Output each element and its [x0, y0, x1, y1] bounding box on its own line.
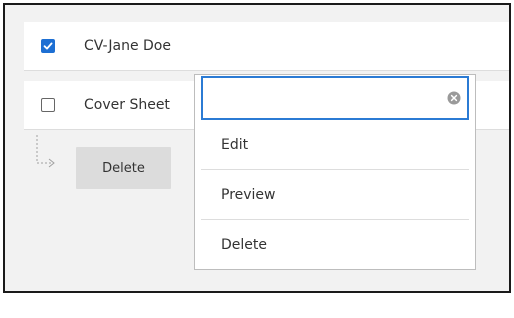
file-name[interactable]: Cover Sheet: [84, 97, 170, 113]
actions-dropdown-menu: Edit Preview Delete: [194, 74, 476, 270]
menu-item-preview[interactable]: Preview: [201, 170, 469, 220]
file-name[interactable]: CV-Jane Doe: [84, 38, 171, 54]
menu-item-edit[interactable]: Edit: [201, 120, 469, 170]
search-input[interactable]: [209, 84, 433, 114]
delete-button[interactable]: Delete: [76, 147, 171, 189]
file-checkbox[interactable]: [41, 98, 55, 112]
clear-icon[interactable]: [447, 91, 461, 105]
list-item[interactable]: CV-Jane Doe: [24, 22, 509, 71]
file-checkbox[interactable]: [41, 39, 55, 53]
tree-branch-arrow-icon: [36, 135, 55, 168]
checkmark-icon: [43, 42, 53, 50]
dropdown-search-field[interactable]: [201, 76, 469, 120]
menu-item-delete[interactable]: Delete: [201, 220, 469, 270]
